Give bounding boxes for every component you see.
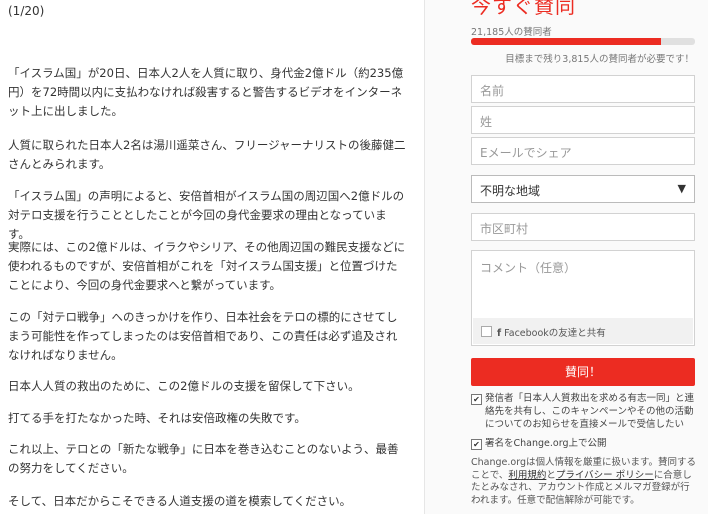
article-paragraph: 「イスラム国」が20日、日本人2人を人質に取り、身代金2億ドル（約235億円）を… (8, 66, 404, 118)
privacy-policy-link[interactable]: プライバシー ポリシー (556, 470, 654, 481)
facebook-share-label: Facebookの友達と共有 (504, 328, 606, 339)
article-paragraph: この「対テロ戦争」へのきっかけを作り、日本社会をテロの標的にさせてしまう可能性を… (8, 310, 398, 362)
progress-bar (471, 38, 695, 45)
facebook-share-checkbox[interactable] (481, 326, 492, 337)
region-select-value: 不明な地域 (480, 184, 541, 198)
article-paragraph: 打てる手を打たなかった時、それは安倍政権の失敗です。 (8, 411, 306, 425)
facebook-icon: f (497, 328, 502, 339)
public-signature-checkbox[interactable]: ✔ (471, 439, 482, 450)
remaining-supporters: 目標まで残り3,815人の賛同者が必要です！ (505, 54, 694, 65)
email-input[interactable]: Eメールでシェア (471, 137, 695, 165)
consent-option[interactable]: ✔ 発信者「日本人人質救出を求める有志一同」と連絡先を共有し、このキャンペーンや… (471, 392, 695, 431)
terms-link[interactable]: 利用規約 (508, 470, 546, 481)
last-name-input[interactable]: 姓 (471, 106, 695, 134)
article-paragraph: これ以上、テロとの「新たな戦争」に日本を巻き込むことのないよう、最善の努力をして… (8, 442, 399, 475)
article-paragraph: 人質に取られた日本人2名は湯川遥菜さん、フリージャーナリストの後藤健二さんとみら… (8, 138, 406, 171)
supporter-count: 21,185人の賛同者 (471, 27, 552, 38)
article-paragraph: 日本人人質の救出のために、この2億ドルの支援を留保して下さい。 (8, 379, 360, 393)
petition-sidebar: 今すぐ賛同 21,185人の賛同者 目標まで残り3,815人の賛同者が必要です！… (425, 0, 708, 514)
consent-text: 発信者「日本人人質救出を求める有志一同」と連絡先を共有し、このキャンペーンやその… (485, 393, 695, 430)
public-signature-option[interactable]: ✔ 署名をChange.org上で公開 (471, 437, 695, 450)
chevron-down-icon: ▼ (677, 182, 686, 195)
submit-button[interactable]: 賛同！ (471, 358, 695, 386)
facebook-share-text: f Facebookの友達と共有 (497, 325, 606, 339)
article-paragraph: そして、日本だからこそできる人道支援の道を模索してください。 (8, 494, 352, 508)
article-paragraph: 「イスラム国」の声明によると、安倍首相がイスラム国の周辺国へ2億ドルの対テロ支援… (8, 189, 405, 241)
region-select[interactable]: 不明な地域 ▼ (471, 175, 695, 203)
legal-notice: Change.orgは個人情報を厳重に扱います。賛同することで、利用規約とプライ… (471, 457, 699, 507)
facebook-share-row[interactable]: f Facebookの友達と共有 (473, 318, 693, 344)
cta-title: 今すぐ賛同 (471, 0, 576, 18)
public-signature-text: 署名をChange.org上で公開 (485, 438, 607, 449)
article-paragraph: 実際には、この2億ドルは、イラクやシリア、その他周辺国の難民支援などに使われるも… (8, 240, 406, 292)
page-indicator: (1/20) (8, 4, 45, 18)
legal-conj: と (546, 469, 556, 481)
article-pane: (1/20) 「イスラム国」が20日、日本人2人を人質に取り、身代金2億ドル（約… (0, 0, 420, 514)
comment-textarea[interactable]: コメント（任意） f Facebookの友達と共有 (471, 250, 695, 346)
comment-placeholder: コメント（任意） (480, 261, 577, 275)
city-input[interactable]: 市区町村 (471, 213, 695, 241)
consent-checkbox[interactable]: ✔ (471, 394, 482, 405)
first-name-input[interactable]: 名前 (471, 75, 695, 103)
progress-bar-fill (471, 38, 662, 45)
